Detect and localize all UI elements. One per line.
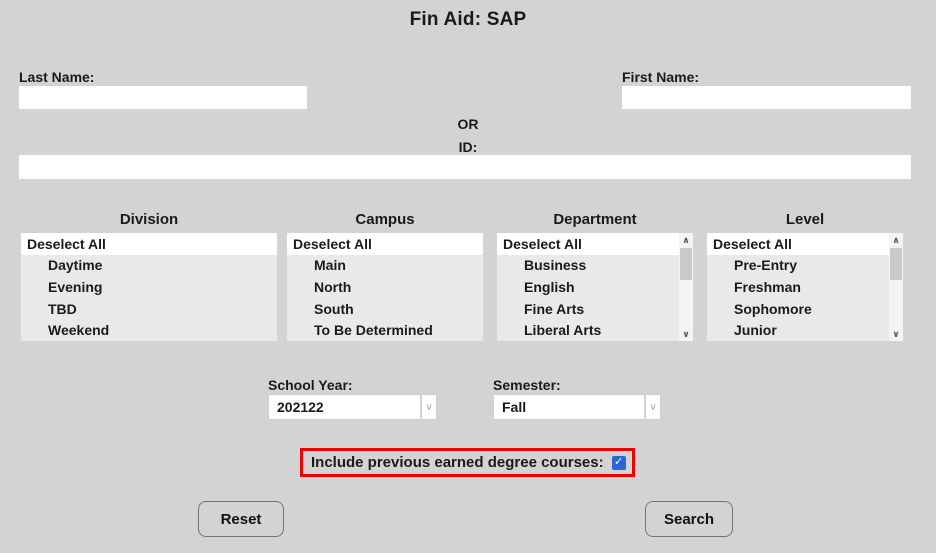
chevron-down-icon[interactable]: ∨ [644,395,660,419]
or-label: OR [457,116,479,132]
list-item[interactable]: Business [497,255,693,277]
campus-header: Campus [355,211,415,228]
scroll-down-icon[interactable]: ∨ [679,327,693,341]
scroll-up-icon[interactable]: ∧ [679,233,693,247]
scrollbar[interactable]: ∧ ∨ [679,233,693,341]
school-year-label: School Year: [268,377,353,393]
include-degree-courses-checkbox[interactable] [611,455,626,470]
semester-label: Semester: [493,377,561,393]
list-item[interactable]: Deselect All [21,233,277,255]
id-input[interactable] [19,155,911,179]
scroll-thumb[interactable] [890,248,902,280]
school-year-select[interactable]: 202122 ∨ [268,394,437,420]
page-title: Fin Aid: SAP [409,9,527,30]
list-item[interactable]: South [287,298,483,320]
department-listbox: Deselect All Business English Fine Arts … [497,233,693,341]
list-item[interactable]: To Be Determined [287,319,483,341]
first-name-label: First Name: [622,69,700,85]
department-header: Department [553,211,637,228]
list-item[interactable]: Daytime [21,255,277,277]
list-item[interactable]: Sophomore [707,298,903,320]
list-item[interactable]: Evening [21,276,277,298]
id-label: ID: [458,139,478,155]
list-item[interactable]: Pre-Entry [707,255,903,277]
scroll-up-icon[interactable]: ∧ [889,233,903,247]
list-item[interactable]: Freshman [707,276,903,298]
level-listbox: Deselect All Pre-Entry Freshman Sophomor… [707,233,903,341]
search-button[interactable]: Search [645,501,733,537]
list-item[interactable]: TBD [21,298,277,320]
list-item[interactable]: Deselect All [287,233,483,255]
last-name-label: Last Name: [19,69,95,85]
division-listbox: Deselect All Daytime Evening TBD Weekend [21,233,277,341]
semester-value: Fall [502,399,527,415]
include-degree-courses-label: Include previous earned degree courses: [311,454,604,471]
list-item[interactable]: English [497,276,693,298]
semester-select[interactable]: Fall ∨ [493,394,661,420]
campus-listbox: Deselect All Main North South To Be Dete… [287,233,483,341]
reset-button[interactable]: Reset [198,501,284,537]
list-item[interactable]: Fine Arts [497,298,693,320]
scroll-down-icon[interactable]: ∨ [889,327,903,341]
list-item[interactable]: Deselect All [707,233,903,255]
chevron-down-icon[interactable]: ∨ [420,395,436,419]
list-item[interactable]: Deselect All [497,233,693,255]
list-item[interactable]: Junior [707,319,903,341]
scroll-thumb[interactable] [680,248,692,280]
first-name-input[interactable] [622,86,911,109]
level-header: Level [785,211,825,228]
include-degree-courses-row: Include previous earned degree courses: [300,448,635,477]
last-name-input[interactable] [19,86,307,109]
scrollbar[interactable]: ∧ ∨ [889,233,903,341]
division-header: Division [119,211,179,228]
list-item[interactable]: North [287,276,483,298]
list-item[interactable]: Weekend [21,319,277,341]
school-year-value: 202122 [277,399,324,415]
list-item[interactable]: Liberal Arts [497,319,693,341]
list-item[interactable]: Main [287,255,483,277]
